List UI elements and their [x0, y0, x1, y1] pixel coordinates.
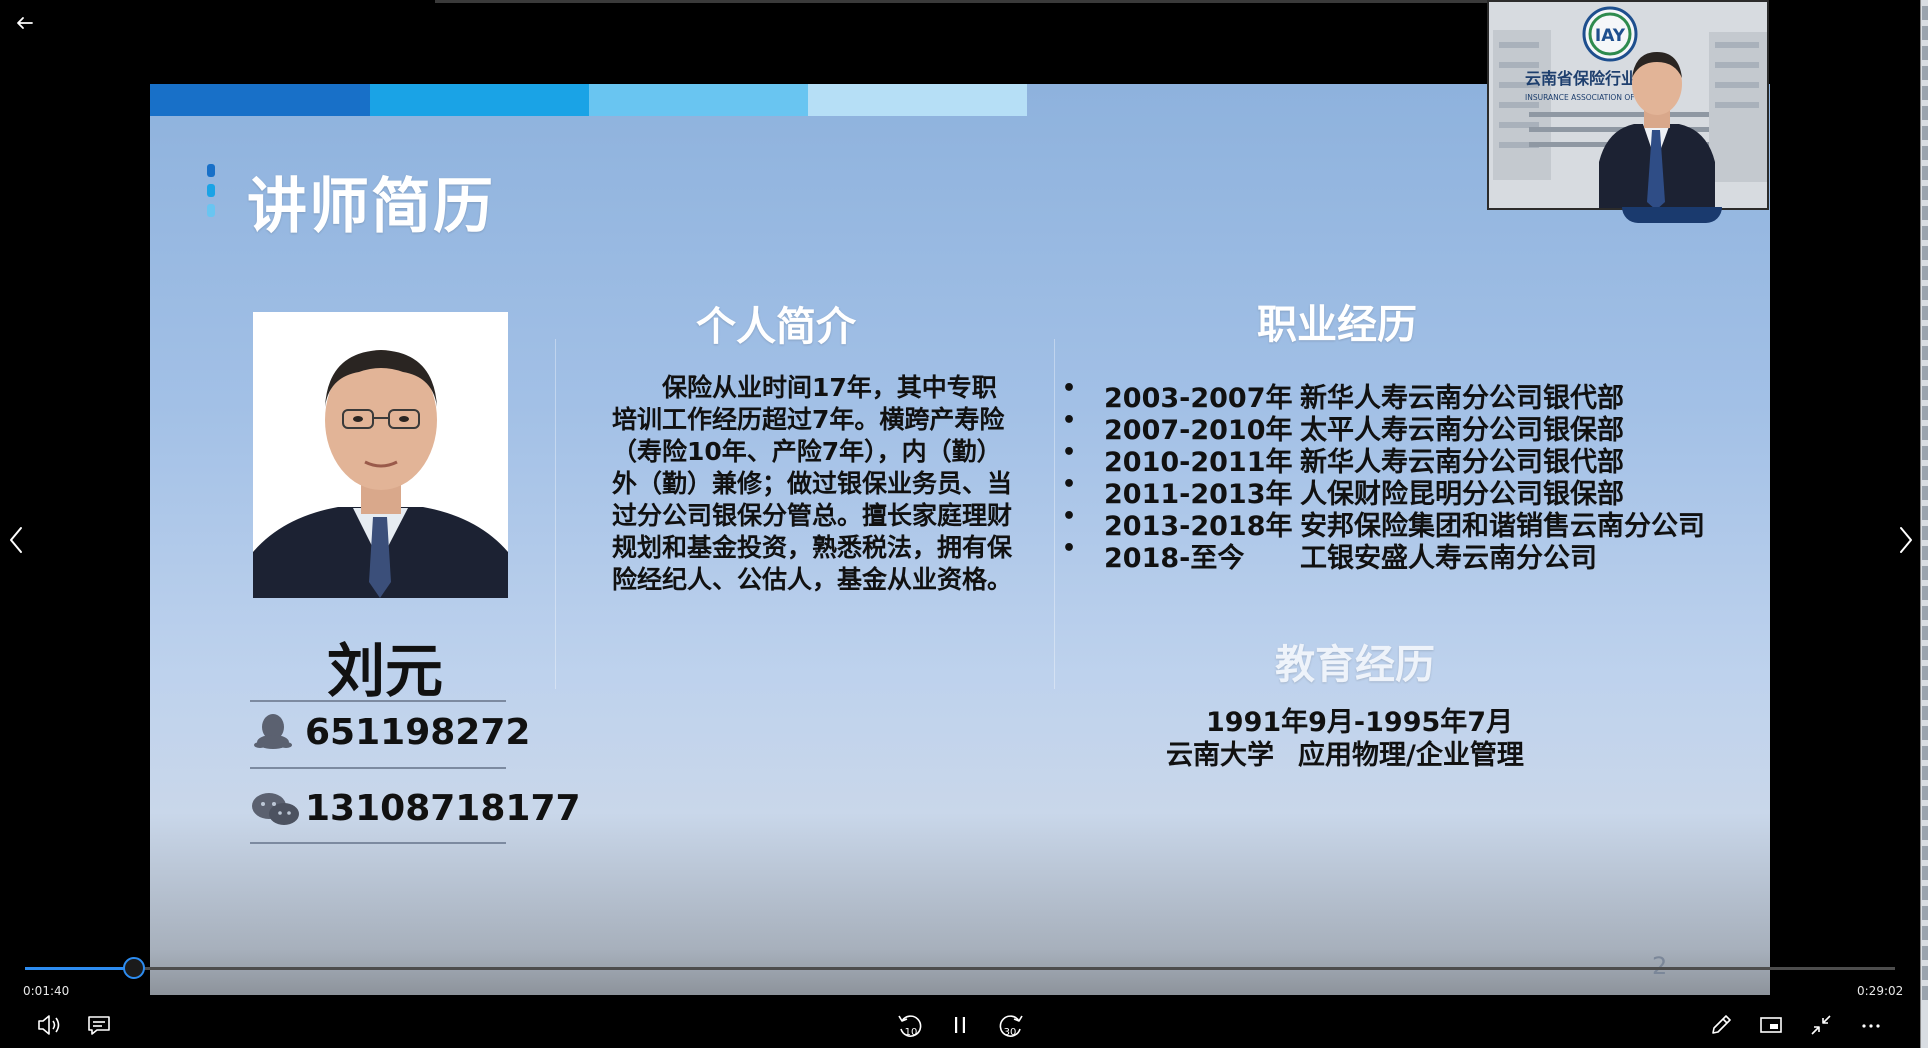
chevron-right-icon	[1900, 527, 1912, 553]
more-options-button[interactable]	[1855, 1009, 1887, 1041]
previous-slide-button[interactable]	[2, 518, 32, 562]
qq-divider	[250, 767, 506, 769]
qq-icon	[252, 712, 294, 750]
wechat-number: 13108718177	[305, 788, 581, 829]
skip-back-10-icon: 10	[898, 1015, 922, 1038]
header-band-2	[370, 84, 589, 116]
header-band-3	[589, 84, 808, 116]
back-button[interactable]	[12, 10, 38, 36]
wechat-divider	[250, 842, 506, 844]
wechat-icon	[250, 790, 302, 828]
instructor-name: 刘元	[326, 637, 443, 705]
column-divider-right	[1054, 339, 1055, 689]
education-major: 应用物理/企业管理	[1298, 740, 1524, 771]
education-school: 云南大学	[1166, 740, 1274, 771]
name-divider	[250, 700, 506, 702]
exit-fullscreen-button[interactable]	[1805, 1009, 1837, 1041]
pause-icon	[955, 1017, 965, 1033]
webcam-frame-base	[1622, 207, 1722, 223]
slide-title: 讲师简历	[247, 172, 495, 242]
career-item: 2018-至今工银安盛人寿云南分公司	[1062, 536, 1705, 574]
career-item: 2010-2011年新华人寿云南分公司银代部	[1062, 440, 1705, 478]
qq-number: 651198272	[305, 712, 531, 753]
captions-button[interactable]	[83, 1009, 115, 1041]
volume-button[interactable]	[33, 1009, 65, 1041]
skip-back-label: 10	[905, 1027, 918, 1038]
seek-bar-progress	[25, 967, 133, 970]
mini-player-icon	[1760, 1017, 1782, 1033]
current-time: 0:01:40	[23, 984, 70, 998]
skip-back-button[interactable]: 10	[894, 1009, 926, 1041]
career-list: 2003-2007年新华人寿云南分公司银代部 2007-2010年太平人寿云南分…	[1062, 376, 1705, 574]
instructor-photo	[253, 312, 508, 598]
career-heading: 职业经历	[1257, 302, 1417, 348]
intro-text: 保险从业时间17年，其中专职培训工作经历超过7年。横跨产寿险（寿险10年、产险7…	[612, 373, 1013, 594]
intro-heading: 个人简介	[696, 304, 856, 350]
volume-icon	[38, 1015, 60, 1035]
top-divider	[435, 0, 1495, 3]
back-arrow-icon	[17, 17, 33, 29]
header-band-1	[150, 84, 370, 116]
career-item: 2011-2013年人保财险昆明分公司银保部	[1062, 472, 1705, 510]
mini-player-button[interactable]	[1755, 1009, 1787, 1041]
career-item: 2003-2007年新华人寿云南分公司银代部	[1062, 376, 1705, 414]
chevron-left-icon	[10, 527, 22, 553]
total-time: 0:29:02	[1857, 984, 1904, 998]
presentation-slide: 讲师简历 刘元 651198272 13108718177 个人简介 保险从业时…	[150, 84, 1770, 995]
pen-icon	[1712, 1015, 1731, 1034]
exit-fullscreen-icon	[1811, 1015, 1831, 1035]
career-item: 2013-2018年安邦保险集团和谐销售云南分公司	[1062, 504, 1705, 542]
slide-page-number: 2	[1652, 952, 1668, 980]
career-item: 2007-2010年太平人寿云南分公司银保部	[1062, 408, 1705, 446]
webcam-video[interactable]: IAY 云南省保险行业协会 INSURANCE ASSOCIATION OF Y…	[1487, 0, 1769, 210]
education-heading: 教育经历	[1275, 642, 1435, 688]
skip-forward-button[interactable]: 30	[995, 1009, 1027, 1041]
seek-bar-thumb[interactable]	[123, 957, 146, 979]
skip-forward-30-icon: 30	[999, 1015, 1023, 1038]
captions-icon	[88, 1016, 110, 1035]
title-bullet-decoration	[207, 164, 217, 228]
pause-button[interactable]	[944, 1009, 976, 1041]
column-divider-left	[555, 339, 556, 689]
skip-forward-label: 30	[1004, 1027, 1017, 1038]
side-window-edge	[1920, 0, 1928, 1048]
more-icon	[1862, 1024, 1880, 1028]
pen-button[interactable]	[1705, 1009, 1737, 1041]
seek-bar[interactable]	[25, 967, 1895, 970]
webcam-logo-text: IAY	[1595, 26, 1626, 46]
next-slide-button[interactable]	[1890, 518, 1920, 562]
education-detail: 云南大学 应用物理/企业管理	[1166, 733, 1524, 772]
header-band-4	[808, 84, 1027, 116]
